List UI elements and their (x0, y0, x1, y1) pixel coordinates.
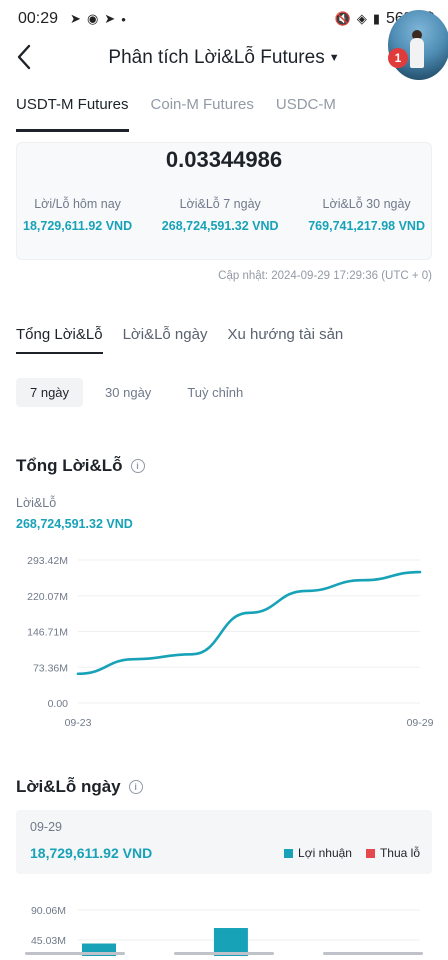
header: Phân tích Lời&Lỗ Futures ▼ (0, 38, 448, 80)
market-tabs: USDT-M Futures Coin-M Futures USDC-M (0, 96, 448, 132)
y-tick-label: 146.71M (27, 627, 68, 639)
page-title[interactable]: Phân tích Lời&Lỗ Futures ▼ (0, 47, 448, 69)
tab-coin-m-futures[interactable]: Coin-M Futures (151, 96, 254, 132)
summary-7d-value: 268,724,591.32 VND (161, 219, 279, 233)
legend-loss: Thua lỗ (365, 846, 420, 860)
telegram-icon: ➤ (104, 11, 116, 26)
y-tick-label: 73.36M (33, 662, 68, 674)
range-custom[interactable]: Tuỳ chỉnh (173, 378, 257, 407)
chart-legend: Lợi nhuận Thua lỗ (284, 846, 420, 860)
legend-profit-swatch (284, 849, 294, 859)
status-bar: 00:29 ➤ ◉ ➤ • 🔇 ◈ ▮ 56% (0, 0, 448, 38)
series-line (76, 570, 422, 676)
y-tick-label: 90.06M (31, 905, 66, 917)
range-30-days[interactable]: 30 ngày (91, 378, 165, 407)
updated-timestamp: Cập nhật: 2024-09-29 17:29:36 (UTC + 0) (218, 270, 432, 282)
daily-pnl-title: Lời&Lỗ ngày i (16, 777, 143, 797)
tab-total-pnl[interactable]: Tổng Lời&Lỗ (16, 326, 103, 354)
content-tabs: Tổng Lời&Lỗ Lời&Lỗ ngày Xu hướng tài sản (16, 326, 343, 354)
y-tick-label: 293.42M (27, 555, 68, 567)
avatar-figure (410, 38, 424, 68)
avatar[interactable] (388, 10, 448, 80)
daily-pnl-title-text: Lời&Lỗ ngày (16, 777, 121, 796)
summary-today-value: 18,729,611.92 VND (23, 219, 133, 233)
telegram-icon: ➤ (70, 11, 81, 26)
summary-30d-label: Lời&Lỗ 30 ngày (322, 197, 411, 211)
tab-daily-pnl[interactable]: Lời&Lỗ ngày (123, 326, 208, 354)
wifi-icon: ◈ (356, 11, 367, 26)
page-title-text: Phân tích Lời&Lỗ Futures (108, 47, 325, 68)
signal-icon: ▮ (372, 11, 380, 26)
range-selector: 7 ngày 30 ngày Tuỳ chỉnh (16, 378, 257, 407)
legend-profit: Lợi nhuận (284, 846, 352, 860)
summary-7d: Lời&Lỗ 7 ngày 268,724,591.32 VND (162, 197, 279, 233)
status-dot: • (121, 11, 126, 27)
y-tick-label: 0.00 (48, 698, 69, 710)
summary-columns: Lời/Lỗ hôm nay 18,729,611.92 VND Lời&Lỗ … (17, 197, 431, 233)
tab-usdc-m[interactable]: USDC-M (276, 96, 336, 132)
summary-7d-label: Lời&Lỗ 7 ngày (179, 197, 261, 211)
summary-today: Lời/Lỗ hôm nay 18,729,611.92 VND (23, 197, 132, 233)
nav-recents[interactable] (24, 951, 125, 955)
total-pnl-metric-label: Lời&Lỗ (16, 496, 57, 510)
info-icon[interactable]: i (128, 780, 143, 794)
system-nav-bar (0, 946, 448, 960)
notification-badge[interactable]: 1 (388, 48, 408, 68)
daily-value: 18,729,611.92 VND (30, 845, 153, 861)
caret-down-icon: ▼ (328, 51, 340, 64)
y-tick-label: 220.07M (27, 591, 68, 603)
info-icon[interactable]: i (130, 459, 145, 473)
x-tick-label: 09-23 (65, 717, 92, 729)
range-7-days[interactable]: 7 ngày (16, 378, 84, 407)
summary-30d: Lời&Lỗ 30 ngày 769,741,217.98 VND (308, 197, 425, 233)
summary-today-label: Lời/Lỗ hôm nay (34, 197, 121, 211)
mute-icon: 🔇 (334, 11, 351, 26)
summary-30d-value: 769,741,217.98 VND (308, 219, 425, 233)
line-chart-svg: 0.00 73.36M 146.71M 220.07M 293.42M 09-23 09-2… (27, 555, 434, 729)
x-tick-label: 09-29 (407, 717, 434, 729)
total-pnl-metric-value: 268,724,591.32 VND (16, 517, 133, 531)
summary-card: 0.03344986 Lời/Lỗ hôm nay 18,729,611.92 … (16, 142, 432, 260)
messenger-icon: ◉ (86, 11, 99, 26)
legend-profit-label: Lợi nhuận (298, 846, 352, 860)
legend-loss-label: Thua lỗ (379, 846, 420, 860)
summary-value: 0.03344986 (165, 147, 283, 172)
nav-back[interactable] (323, 951, 424, 955)
nav-home[interactable] (173, 951, 274, 955)
daily-pnl-card: 09-29 18,729,611.92 VND Lợi nhuận Thua l… (16, 810, 432, 874)
tab-usdt-m-futures[interactable]: USDT-M Futures (16, 96, 129, 132)
total-pnl-title-text: Tổng Lời&Lỗ (16, 456, 123, 475)
legend-loss-swatch (365, 849, 375, 859)
status-time: 00:29 (18, 10, 59, 27)
tab-asset-trend[interactable]: Xu hướng tài sản (227, 326, 343, 354)
total-pnl-title: Tổng Lời&Lỗ i (16, 456, 145, 476)
total-pnl-chart[interactable]: 0.00 73.36M 146.71M 220.07M 293.42M 09-23 09-2… (0, 548, 448, 738)
daily-date: 09-29 (30, 820, 62, 834)
